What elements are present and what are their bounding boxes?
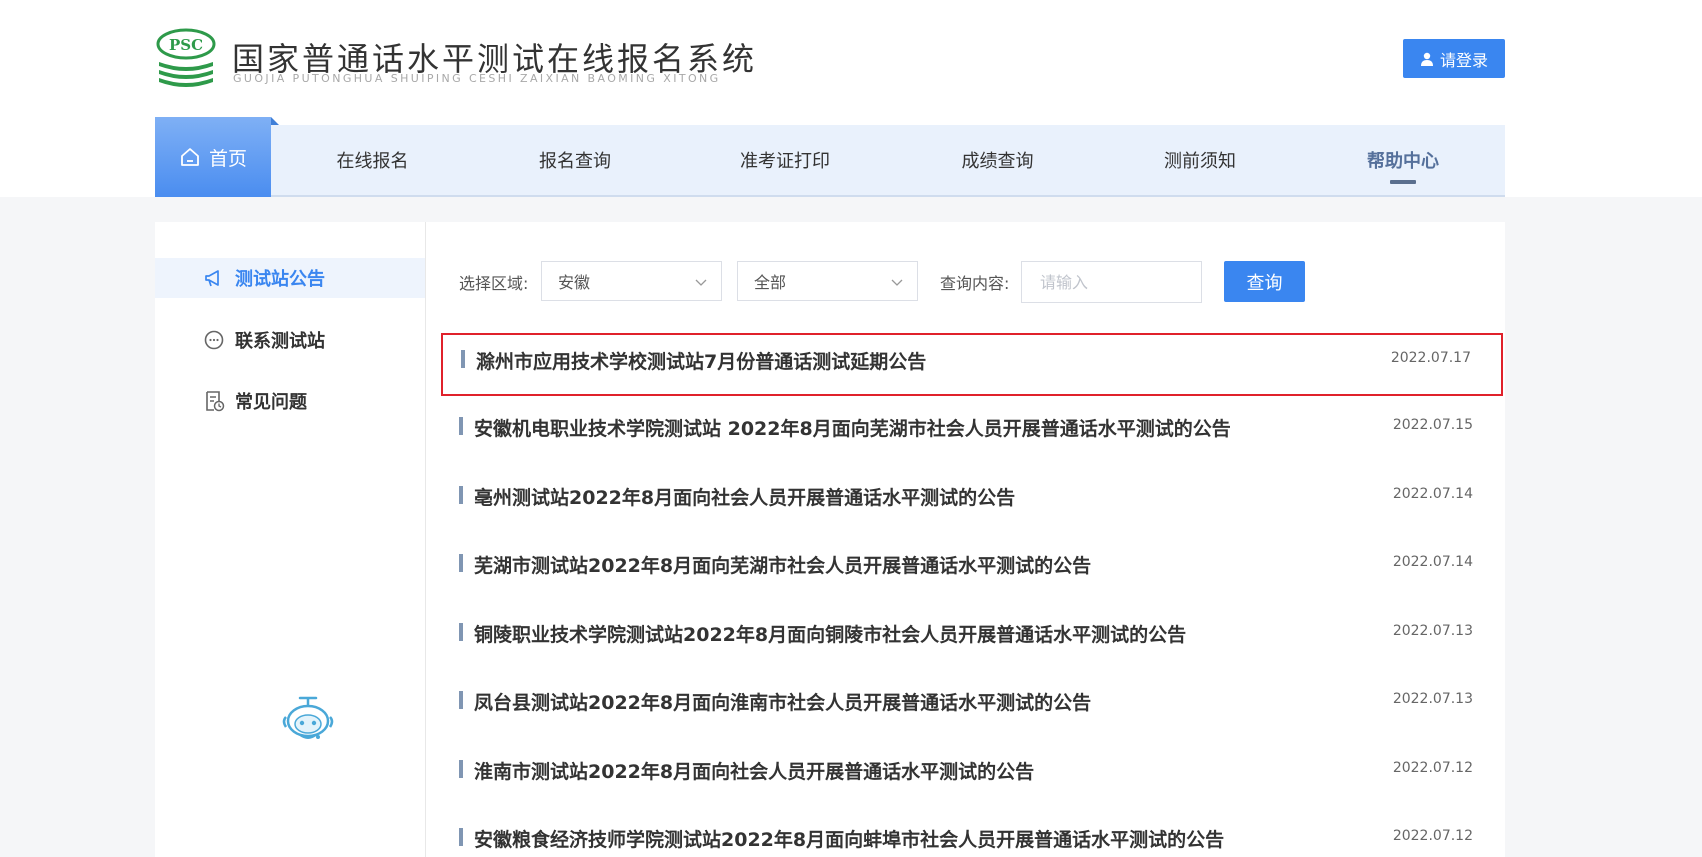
nav-active-indicator [1390, 180, 1416, 184]
chevron-down-icon [695, 279, 707, 286]
notice-item[interactable]: 铜陵职业技术学院测试站2022年8月面向铜陵市社会人员开展普通话水平测试的公告 … [441, 608, 1503, 671]
notice-item[interactable]: 安徽机电职业技术学院测试站 2022年8月面向芜湖市社会人员开展普通话水平测试的… [441, 402, 1503, 465]
nav-item-label: 成绩查询 [961, 151, 1034, 172]
nav-item-home[interactable]: 首页 [155, 117, 279, 197]
document-clock-icon [206, 391, 225, 412]
province-select[interactable]: 安徽 [541, 261, 722, 301]
user-icon [1420, 52, 1433, 66]
query-label: 查询内容: [940, 274, 1010, 293]
notice-date: 2022.07.13 [1392, 623, 1473, 639]
megaphone-icon [205, 270, 219, 287]
list-bullet [459, 417, 463, 435]
sidebar-item-label: 测试站公告 [235, 269, 325, 290]
login-label: 请登录 [1439, 50, 1488, 70]
nav-item-label: 准考证打印 [740, 151, 830, 172]
notice-title[interactable]: 凤台县测试站2022年8月面向淮南市社会人员开展普通话水平测试的公告 [474, 688, 1091, 715]
nav-item-label: 报名查询 [539, 151, 611, 172]
notice-date: 2022.07.12 [1392, 828, 1473, 844]
region-label: 选择区域: [459, 274, 529, 293]
nav-item-label: 在线报名 [336, 151, 409, 172]
notice-title[interactable]: 滁州市应用技术学校测试站7月份普通话测试延期公告 [476, 347, 926, 374]
nav-item-label: 首页 [208, 147, 247, 170]
chat-icon [204, 330, 224, 350]
list-bullet [459, 828, 463, 846]
nav-item-online-registration[interactable]: 在线报名 [300, 125, 445, 195]
notice-item[interactable]: 淮南市测试站2022年8月面向社会人员开展普通话水平测试的公告 2022.07.… [441, 745, 1503, 808]
psc-logo: PSC [156, 28, 216, 87]
nav-item-label: 测前须知 [1164, 151, 1236, 172]
notice-date: 2022.07.15 [1392, 417, 1473, 433]
sidebar-item-contact-station[interactable]: 联系测试站 [155, 320, 425, 360]
nav-item-admission-ticket[interactable]: 准考证打印 [705, 125, 865, 195]
search-button[interactable]: 查询 [1224, 261, 1305, 302]
search-button-label: 查询 [1246, 272, 1283, 294]
login-button[interactable]: 请登录 [1403, 39, 1505, 78]
notice-title[interactable]: 亳州测试站2022年8月面向社会人员开展普通话水平测试的公告 [474, 483, 1015, 510]
notice-title[interactable]: 安徽机电职业技术学院测试站 2022年8月面向芜湖市社会人员开展普通话水平测试的… [474, 414, 1231, 441]
notice-date: 2022.07.17 [1390, 350, 1471, 366]
nav-item-score-query[interactable]: 成绩查询 [925, 125, 1070, 195]
province-value: 安徽 [558, 273, 591, 292]
list-bullet [459, 623, 463, 641]
notice-date: 2022.07.14 [1392, 554, 1473, 570]
notice-item[interactable]: 凤台县测试站2022年8月面向淮南市社会人员开展普通话水平测试的公告 2022.… [441, 676, 1503, 739]
sidebar-item-faq[interactable]: 常见问题 [155, 381, 425, 421]
nav-item-registration-query[interactable]: 报名查询 [505, 125, 645, 195]
chevron-down-icon [891, 279, 903, 286]
notice-item[interactable]: 滁州市应用技术学校测试站7月份普通话测试延期公告 2022.07.17 [441, 333, 1503, 396]
list-bullet [461, 350, 465, 368]
search-input[interactable] [1021, 261, 1202, 303]
notice-item[interactable]: 亳州测试站2022年8月面向社会人员开展普通话水平测试的公告 2022.07.1… [441, 471, 1503, 534]
sidebar [155, 222, 426, 857]
list-bullet [459, 691, 463, 709]
list-bullet [459, 486, 463, 504]
notice-item[interactable]: 安徽粮食经济技师学院测试站2022年8月面向蚌埠市社会人员开展普通话水平测试的公… [441, 813, 1503, 857]
sidebar-item-station-notices[interactable]: 测试站公告 [155, 258, 425, 298]
notice-title[interactable]: 安徽粮食经济技师学院测试站2022年8月面向蚌埠市社会人员开展普通话水平测试的公… [474, 825, 1224, 852]
logo-text: PSC [169, 36, 203, 54]
robot-assistant-icon[interactable] [278, 695, 338, 745]
city-select[interactable]: 全部 [737, 261, 918, 301]
notice-title[interactable]: 铜陵职业技术学院测试站2022年8月面向铜陵市社会人员开展普通话水平测试的公告 [474, 620, 1186, 647]
list-bullet [459, 554, 463, 572]
notice-title[interactable]: 淮南市测试站2022年8月面向社会人员开展普通话水平测试的公告 [474, 757, 1034, 784]
nav-item-test-notice[interactable]: 测前须知 [1130, 125, 1270, 195]
site-subtitle: GUOJIA PUTONGHUA SHUIPING CESHI ZAIXIAN … [233, 72, 721, 85]
home-icon [181, 148, 199, 166]
notice-item[interactable]: 芜湖市测试站2022年8月面向芜湖市社会人员开展普通话水平测试的公告 2022.… [441, 539, 1503, 602]
sidebar-item-label: 联系测试站 [235, 331, 325, 352]
list-bullet [459, 760, 463, 778]
nav-item-label: 帮助中心 [1367, 151, 1439, 172]
notice-date: 2022.07.13 [1392, 691, 1473, 707]
city-value: 全部 [754, 273, 787, 292]
nav-item-help-center[interactable]: 帮助中心 [1333, 125, 1473, 195]
notice-title[interactable]: 芜湖市测试站2022年8月面向芜湖市社会人员开展普通话水平测试的公告 [474, 551, 1091, 578]
sidebar-item-label: 常见问题 [235, 392, 307, 413]
notice-date: 2022.07.12 [1392, 760, 1473, 776]
notice-date: 2022.07.14 [1392, 486, 1473, 502]
